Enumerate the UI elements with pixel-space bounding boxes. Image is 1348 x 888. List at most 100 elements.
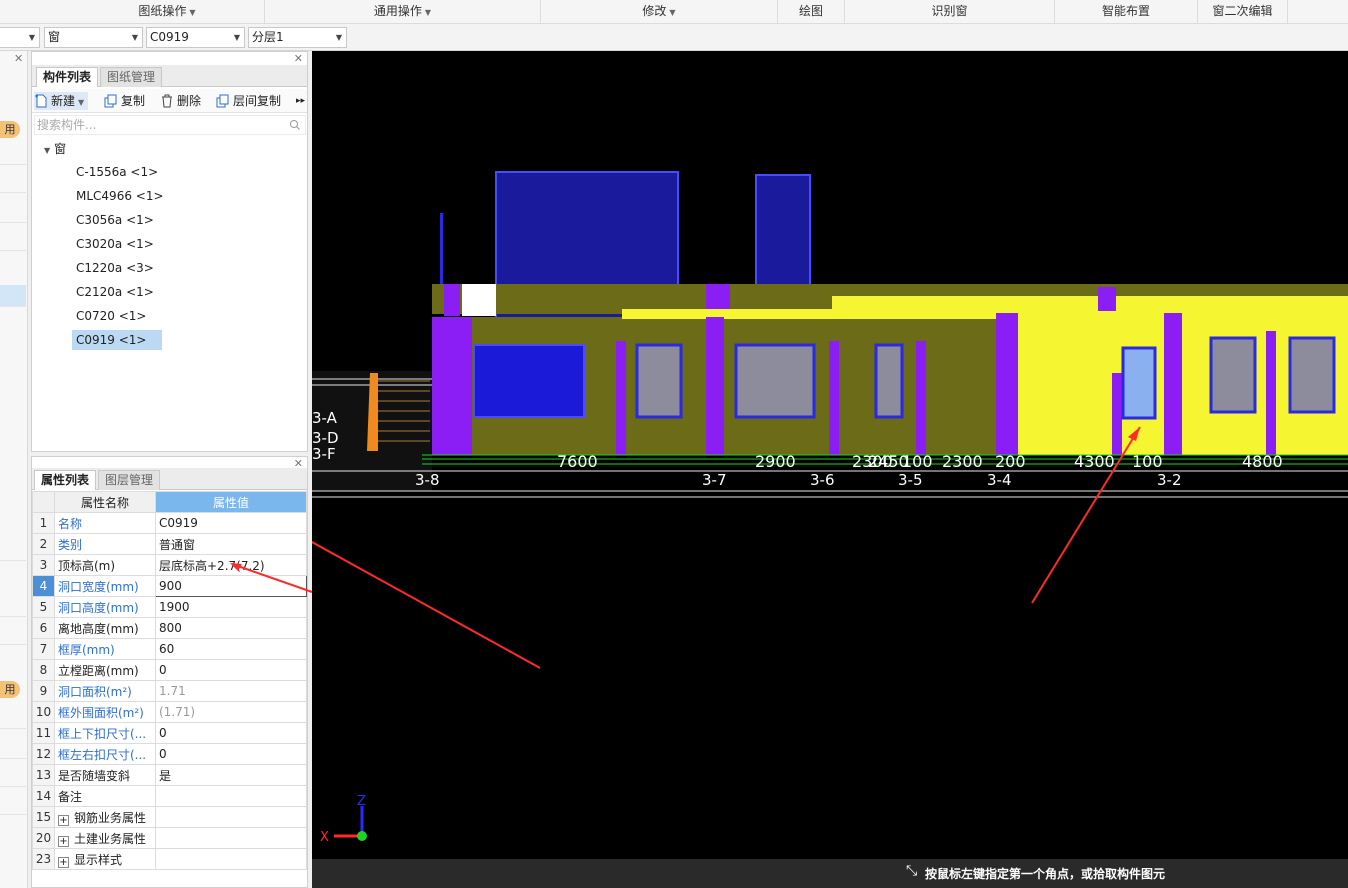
list-item[interactable] bbox=[0, 737, 26, 759]
table-row[interactable]: 8 立樘距离(mm) 0 bbox=[32, 659, 307, 681]
table-row[interactable]: 6 离地高度(mm) 800 bbox=[32, 617, 307, 639]
window-element[interactable] bbox=[1288, 336, 1336, 414]
ribbon-group-common-ops[interactable]: 通用操作 ▼ bbox=[265, 0, 541, 24]
delete-button[interactable]: 删除 bbox=[160, 92, 201, 110]
x-axis-label: X bbox=[320, 830, 329, 845]
list-item[interactable] bbox=[0, 171, 26, 193]
tree-item[interactable]: C1220a <3> bbox=[72, 258, 158, 278]
expand-icon[interactable]: + bbox=[58, 814, 69, 826]
window-element[interactable] bbox=[473, 344, 585, 418]
property-value[interactable]: 1.71 bbox=[155, 680, 307, 702]
table-row[interactable]: 14 备注 bbox=[32, 785, 307, 807]
dimension-label: 4800 bbox=[1242, 452, 1283, 471]
table-row[interactable]: 13 是否随墙变斜 是 bbox=[32, 764, 307, 786]
property-value[interactable]: (1.71) bbox=[155, 701, 307, 723]
row-index: 7 bbox=[32, 638, 55, 660]
tree-item[interactable]: C3020a <1> bbox=[72, 234, 158, 254]
list-item-selected[interactable] bbox=[0, 285, 26, 307]
tree-root-label: 窗 bbox=[54, 142, 67, 156]
list-item[interactable] bbox=[0, 229, 26, 251]
table-row[interactable]: 12 框左右扣尺寸(... 0 bbox=[32, 743, 307, 765]
tree-item[interactable]: C0720 <1> bbox=[72, 306, 150, 326]
list-item[interactable] bbox=[0, 539, 26, 561]
apply-badge[interactable]: 用 bbox=[0, 121, 20, 138]
window-c0919[interactable] bbox=[1121, 346, 1157, 420]
close-icon[interactable]: ✕ bbox=[14, 52, 23, 65]
property-value[interactable]: 0 bbox=[155, 743, 307, 765]
table-row[interactable]: 20 + 土建业务属性 bbox=[32, 827, 307, 849]
list-item[interactable] bbox=[0, 793, 26, 815]
table-row[interactable]: 23 + 显示样式 bbox=[32, 848, 307, 870]
cad-viewport[interactable]: 7600 2900 2300 2450 100 2300 200 4300 100 4800 3-… bbox=[312, 51, 1348, 888]
property-value[interactable]: 800 bbox=[155, 617, 307, 639]
property-value[interactable] bbox=[155, 806, 307, 828]
list-item[interactable] bbox=[0, 623, 26, 645]
ribbon-group-label: 识别窗 bbox=[931, 4, 968, 18]
floor-copy-button[interactable]: 层间复制 bbox=[216, 92, 281, 110]
table-row[interactable]: 9 洞口面积(m²) 1.71 bbox=[32, 680, 307, 702]
tab-component-list[interactable]: 构件列表 bbox=[36, 67, 99, 87]
dimension-label: 4300 bbox=[1074, 452, 1115, 471]
window-element[interactable] bbox=[1209, 336, 1257, 414]
apply-badge[interactable]: 用 bbox=[0, 681, 20, 698]
tree-root-window[interactable]: ▼ 窗 bbox=[44, 140, 66, 157]
property-value[interactable]: 0 bbox=[155, 722, 307, 744]
tab-property-list[interactable]: 属性列表 bbox=[34, 470, 97, 490]
expand-icon[interactable]: + bbox=[58, 835, 69, 847]
tab-layer-management[interactable]: 图层管理 bbox=[98, 470, 161, 490]
table-row[interactable]: 11 框上下扣尺寸(... 0 bbox=[32, 722, 307, 744]
table-row[interactable]: 7 框厚(mm) 60 bbox=[32, 638, 307, 660]
window-element[interactable] bbox=[874, 343, 904, 419]
cad-drawing[interactable]: 7600 2900 23002450100 2300 200 4300 100 4800 3-… bbox=[312, 51, 1348, 888]
list-item[interactable] bbox=[0, 707, 26, 729]
table-row[interactable]: 1 名称 C0919 bbox=[32, 512, 307, 534]
ribbon-group-recognize-window[interactable]: 识别窗 bbox=[845, 0, 1055, 24]
list-item[interactable] bbox=[0, 201, 26, 223]
property-value[interactable]: 60 bbox=[155, 638, 307, 660]
table-row[interactable]: 15 + 钢筋业务属性 bbox=[32, 806, 307, 828]
ribbon-group-drawing-ops[interactable]: 图纸操作 ▼ bbox=[70, 0, 265, 24]
close-icon[interactable]: ✕ bbox=[294, 52, 303, 65]
tab-drawing-management[interactable]: 图纸管理 bbox=[100, 67, 163, 87]
type-select[interactable]: 窗 ▼ bbox=[44, 27, 143, 48]
type-select-value: 窗 bbox=[48, 30, 61, 44]
table-row[interactable]: 2 类别 普通窗 bbox=[32, 533, 307, 555]
list-item[interactable] bbox=[0, 765, 26, 787]
selector-bar: ▼ 窗 ▼ C0919 ▼ 分层1 ▼ bbox=[0, 24, 1348, 51]
copy-button[interactable]: 复制 bbox=[104, 92, 145, 110]
ribbon-group-label: 通用操作 bbox=[373, 4, 422, 18]
left-collapsed-panel: ✕ 用 用 bbox=[0, 51, 28, 888]
tree-item[interactable]: C2120a <1> bbox=[72, 282, 158, 302]
expand-icon[interactable]: + bbox=[58, 856, 69, 868]
ribbon-group-smart-layout[interactable]: 智能布置 bbox=[1055, 0, 1198, 24]
property-value[interactable] bbox=[155, 848, 307, 870]
ribbon-group-window-edit[interactable]: 窗二次编辑 bbox=[1198, 0, 1288, 24]
property-name-text: 框上下扣尺寸(... bbox=[58, 726, 147, 741]
property-value[interactable]: 0 bbox=[155, 659, 307, 681]
window-element[interactable] bbox=[635, 343, 683, 419]
tree-item-selected[interactable]: C0919 <1> bbox=[72, 330, 162, 350]
search-icon bbox=[290, 120, 300, 130]
ribbon-group-modify[interactable]: 修改 ▼ bbox=[541, 0, 778, 24]
search-input[interactable]: 搜索构件... bbox=[34, 115, 306, 135]
property-value[interactable]: C0919 bbox=[155, 512, 307, 534]
tree-item[interactable]: C-1556a <1> bbox=[72, 162, 162, 182]
property-value[interactable]: 普通窗 bbox=[155, 533, 307, 555]
layer-select[interactable]: 分层1 ▼ bbox=[248, 27, 347, 48]
tree-item[interactable]: MLC4966 <1> bbox=[72, 186, 168, 206]
property-value[interactable] bbox=[155, 827, 307, 849]
ribbon-group-label: 修改 bbox=[642, 4, 667, 18]
component-select[interactable]: C0919 ▼ bbox=[146, 27, 245, 48]
list-item[interactable] bbox=[0, 143, 26, 165]
window-element[interactable] bbox=[734, 343, 816, 419]
property-value[interactable]: 是 bbox=[155, 764, 307, 786]
floor-select[interactable]: ▼ bbox=[0, 27, 40, 48]
list-item[interactable] bbox=[0, 595, 26, 617]
tree-item[interactable]: C3056a <1> bbox=[72, 210, 158, 230]
new-button[interactable]: 新建 ▼ bbox=[34, 92, 89, 110]
ribbon-group-draw[interactable]: 绘图 bbox=[778, 0, 845, 24]
property-value[interactable] bbox=[155, 785, 307, 807]
table-row[interactable]: 10 框外围面积(m²) (1.71) bbox=[32, 701, 307, 723]
component-toolbar: 新建 ▼ 复制 删除 层间复制 ▸▸ bbox=[32, 89, 307, 113]
more-icon[interactable]: ▸▸ bbox=[296, 92, 305, 110]
